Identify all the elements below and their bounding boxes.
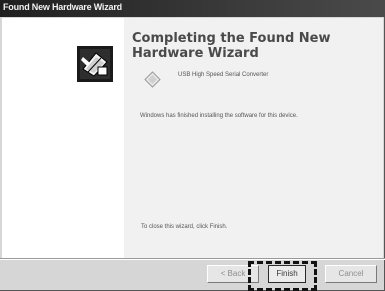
hardware-wizard-icon	[77, 46, 113, 82]
wizard-content: Completing the Found New Hardware Wizard…	[124, 18, 383, 258]
window-title: Found New Hardware Wizard	[3, 2, 122, 12]
button-divider	[0, 258, 385, 260]
wizard-heading: Completing the Found New Hardware Wizard	[132, 31, 331, 61]
found-new-hardware-wizard-window: Found New Hardware Wizard Completing the…	[0, 0, 385, 291]
install-finished-message: Windows has finished installing the soft…	[140, 113, 298, 119]
device-row: USB High Speed Serial Converter	[144, 68, 374, 92]
wizard-side-panel	[2, 18, 124, 258]
device-name: USB High Speed Serial Converter	[178, 72, 269, 78]
close-instruction: To close this wizard, click Finish.	[141, 224, 228, 230]
device-icon	[144, 71, 161, 88]
finish-button[interactable]: Finish	[268, 265, 306, 283]
title-bar[interactable]: Found New Hardware Wizard	[0, 0, 385, 17]
back-button[interactable]: < Back	[207, 265, 259, 283]
cancel-button[interactable]: Cancel	[325, 265, 377, 283]
